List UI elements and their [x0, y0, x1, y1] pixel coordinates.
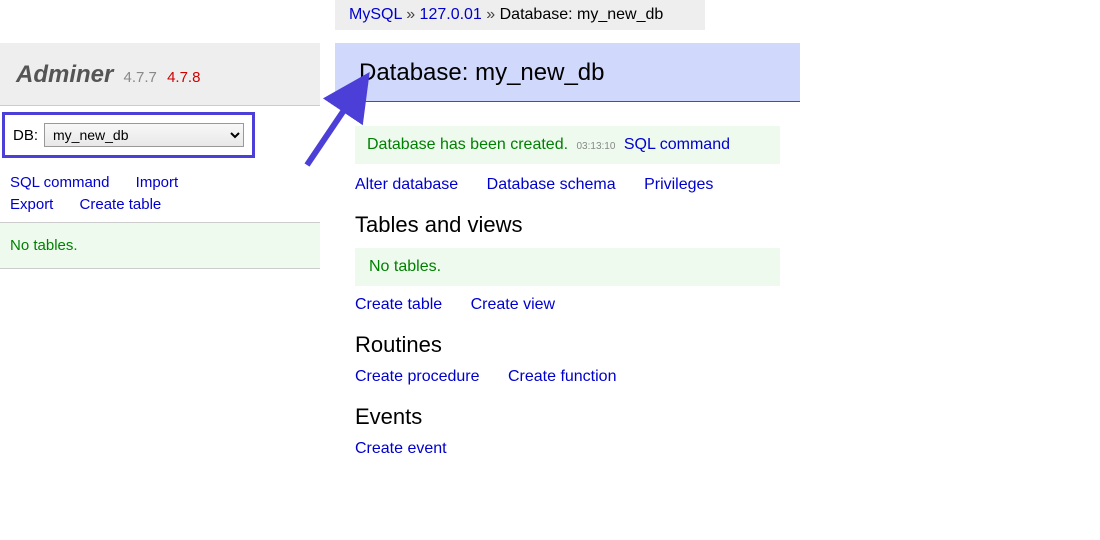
sidebar-notice: No tables. — [0, 223, 320, 269]
link-create-table[interactable]: Create table — [80, 194, 162, 216]
sidebar-links: SQL command Import Export Create table — [0, 164, 320, 223]
link-alter-database[interactable]: Alter database — [355, 176, 458, 193]
sidebar-header: Adminer 4.7.7 4.7.8 — [0, 43, 320, 106]
version-current: 4.7.7 — [124, 69, 157, 86]
heading-tables: Tables and views — [355, 212, 780, 238]
link-create-table-main[interactable]: Create table — [355, 296, 442, 313]
tables-links: Create table Create view — [355, 296, 780, 314]
link-database-schema[interactable]: Database schema — [487, 176, 616, 193]
tables-notice: No tables. — [355, 248, 780, 286]
breadcrumb-sep: » — [482, 6, 500, 23]
link-create-function[interactable]: Create function — [508, 368, 617, 385]
page-title: Database: my_new_db — [335, 43, 800, 102]
db-action-links: Alter database Database schema Privilege… — [355, 176, 780, 194]
link-create-procedure[interactable]: Create procedure — [355, 368, 480, 385]
link-import[interactable]: Import — [136, 172, 179, 194]
breadcrumb-driver-link[interactable]: MySQL — [349, 6, 402, 23]
version-new: 4.7.8 — [167, 69, 200, 86]
heading-events: Events — [355, 404, 780, 430]
message-text: Database has been created. — [367, 136, 568, 153]
breadcrumb-host-link[interactable]: 127.0.01 — [420, 6, 482, 23]
db-select[interactable]: my_new_db — [44, 123, 244, 147]
message-timestamp: 03:13:10 — [576, 141, 615, 152]
link-create-event[interactable]: Create event — [355, 440, 447, 457]
link-sql-command[interactable]: SQL command — [10, 172, 110, 194]
link-create-view[interactable]: Create view — [471, 296, 555, 313]
link-privileges[interactable]: Privileges — [644, 176, 713, 193]
breadcrumb-current: Database: my_new_db — [500, 6, 664, 23]
sidebar: Adminer 4.7.7 4.7.8 DB: my_new_db SQL co… — [0, 43, 320, 269]
breadcrumb: MySQL » 127.0.01 » Database: my_new_db — [335, 0, 705, 30]
success-message: Database has been created. 03:13:10 SQL … — [355, 126, 780, 164]
events-links: Create event — [355, 440, 780, 458]
message-sql-link[interactable]: SQL command — [624, 136, 730, 153]
db-selector: DB: my_new_db — [2, 112, 255, 158]
link-export[interactable]: Export — [10, 194, 53, 216]
breadcrumb-sep: » — [402, 6, 420, 23]
db-label: DB: — [13, 127, 38, 144]
main: Database: my_new_db Database has been cr… — [335, 43, 800, 470]
brand-name: Adminer — [16, 61, 113, 88]
routines-links: Create procedure Create function — [355, 368, 780, 386]
heading-routines: Routines — [355, 332, 780, 358]
